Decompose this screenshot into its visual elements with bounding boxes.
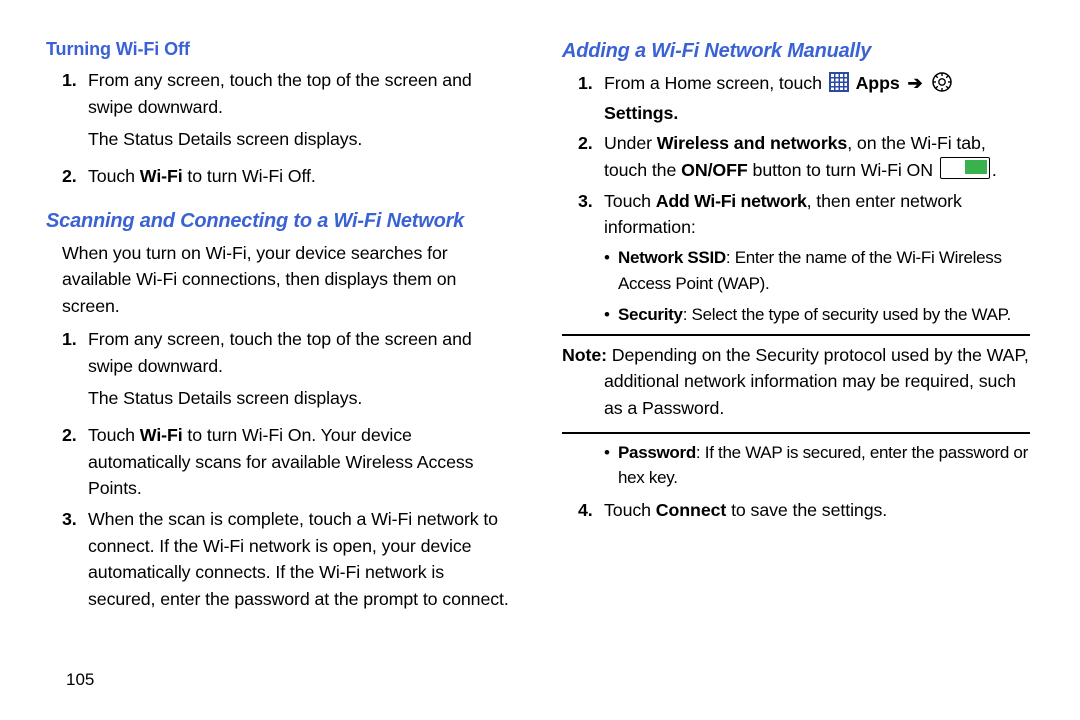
bold-wifi: Wi-Fi xyxy=(140,166,183,186)
note-label: Note: xyxy=(562,345,607,365)
bold-settings: Settings xyxy=(604,103,673,123)
bold-apps: Apps xyxy=(856,73,900,93)
step-body: Touch Add Wi-Fi network, then enter netw… xyxy=(604,188,1030,241)
step-body: From a Home screen, touch Ap xyxy=(604,70,1030,126)
step-number: 4. xyxy=(578,497,604,524)
right-column: Adding a Wi-Fi Network Manually 1. From … xyxy=(540,36,1060,720)
arrow-icon: ➔ xyxy=(907,73,922,93)
step-number: 2. xyxy=(62,163,88,190)
step-body: From any screen, touch the top of the sc… xyxy=(88,326,514,418)
settings-gear-icon xyxy=(932,72,952,100)
step-text: to save the settings. xyxy=(726,500,887,520)
list-item: 2. Touch Wi-Fi to turn Wi-Fi On. Your de… xyxy=(62,422,514,502)
bold-wifi: Wi-Fi xyxy=(140,425,183,445)
step-body: Touch Wi-Fi to turn Wi-Fi Off. xyxy=(88,163,514,190)
status-details-text: The Status Details screen displays. xyxy=(88,126,514,153)
step-number: 1. xyxy=(62,326,88,418)
bold-network-ssid: Network SSID xyxy=(618,248,726,267)
step-number: 1. xyxy=(62,67,88,159)
step-number: 2. xyxy=(578,130,604,183)
step-number: 2. xyxy=(62,422,88,502)
note-body: Depending on the Security protocol used … xyxy=(604,345,1029,418)
step-number: 1. xyxy=(578,70,604,126)
list-item: 4. Touch Connect to save the settings. xyxy=(578,497,1030,524)
manual-page: Turning Wi-Fi Off 1. From any screen, to… xyxy=(0,0,1080,720)
step-text: When the scan is complete, touch a Wi-Fi… xyxy=(88,509,509,609)
bold-onoff: ON/OFF xyxy=(681,160,748,180)
list-item: 1. From any screen, touch the top of the… xyxy=(62,326,514,418)
step-text: Touch xyxy=(604,500,656,520)
list-adding: 1. From a Home screen, touch xyxy=(578,70,1030,241)
step-text: From any screen, touch the top of the sc… xyxy=(88,329,472,376)
step-body: Touch Wi-Fi to turn Wi-Fi On. Your devic… xyxy=(88,422,514,502)
toggle-on-icon xyxy=(940,157,990,179)
step-text: From a Home screen, touch xyxy=(604,73,827,93)
step-text: From any screen, touch the top of the sc… xyxy=(88,70,472,117)
note-block: Note: Depending on the Security protocol… xyxy=(562,334,1030,434)
page-number: 105 xyxy=(66,670,94,690)
bullets-network-info: Network SSID: Enter the name of the Wi-F… xyxy=(604,245,1030,328)
list-adding-cont: 4. Touch Connect to save the settings. xyxy=(578,497,1030,524)
bullet-item: Network SSID: Enter the name of the Wi-F… xyxy=(604,245,1030,296)
status-details-text: The Status Details screen displays. xyxy=(88,385,514,412)
list-item: 2. Touch Wi-Fi to turn Wi-Fi Off. xyxy=(62,163,514,190)
heading-turning-wifi-off: Turning Wi-Fi Off xyxy=(46,36,514,63)
step-text: Touch xyxy=(88,425,140,445)
bold-add-wifi-network: Add Wi-Fi network xyxy=(656,191,807,211)
step-number: 3. xyxy=(62,506,88,613)
list-item: 3. Touch Add Wi-Fi network, then enter n… xyxy=(578,188,1030,241)
bullet-item: Password: If the WAP is secured, enter t… xyxy=(604,440,1030,491)
intro-paragraph: When you turn on Wi-Fi, your device sear… xyxy=(62,240,514,320)
list-scanning: 1. From any screen, touch the top of the… xyxy=(62,326,514,613)
step-text: to turn Wi-Fi Off. xyxy=(183,166,316,186)
bold-connect: Connect xyxy=(656,500,726,520)
step-text: Touch xyxy=(88,166,140,186)
list-item: 1. From a Home screen, touch xyxy=(578,70,1030,126)
list-item: 1. From any screen, touch the top of the… xyxy=(62,67,514,159)
step-text: Touch xyxy=(604,191,656,211)
step-body: Under Wireless and networks, on the Wi-F… xyxy=(604,130,1030,183)
step-text: Under xyxy=(604,133,657,153)
heading-adding-manually: Adding a Wi-Fi Network Manually xyxy=(562,36,1030,66)
bullet-item: Security: Select the type of security us… xyxy=(604,302,1030,328)
bold-wireless-networks: Wireless and networks xyxy=(657,133,847,153)
period: . xyxy=(673,103,678,123)
apps-grid-icon xyxy=(829,72,849,100)
step-text: button to turn Wi-Fi ON xyxy=(748,160,938,180)
note-text: Note: Depending on the Security protocol… xyxy=(562,342,1030,422)
bullet-text: : Select the type of security used by th… xyxy=(683,305,1011,324)
heading-scanning-connecting: Scanning and Connecting to a Wi-Fi Netwo… xyxy=(46,206,514,236)
left-column: Turning Wi-Fi Off 1. From any screen, to… xyxy=(20,36,540,720)
period: . xyxy=(992,160,997,180)
bullets-password: Password: If the WAP is secured, enter t… xyxy=(604,440,1030,491)
list-item: 2. Under Wireless and networks, on the W… xyxy=(578,130,1030,183)
list-turning-off: 1. From any screen, touch the top of the… xyxy=(62,67,514,190)
bold-security: Security xyxy=(618,305,683,324)
step-body: When the scan is complete, touch a Wi-Fi… xyxy=(88,506,514,613)
list-item: 3. When the scan is complete, touch a Wi… xyxy=(62,506,514,613)
step-number: 3. xyxy=(578,188,604,241)
step-body: Touch Connect to save the settings. xyxy=(604,497,1030,524)
step-body: From any screen, touch the top of the sc… xyxy=(88,67,514,159)
bold-password: Password xyxy=(618,443,696,462)
